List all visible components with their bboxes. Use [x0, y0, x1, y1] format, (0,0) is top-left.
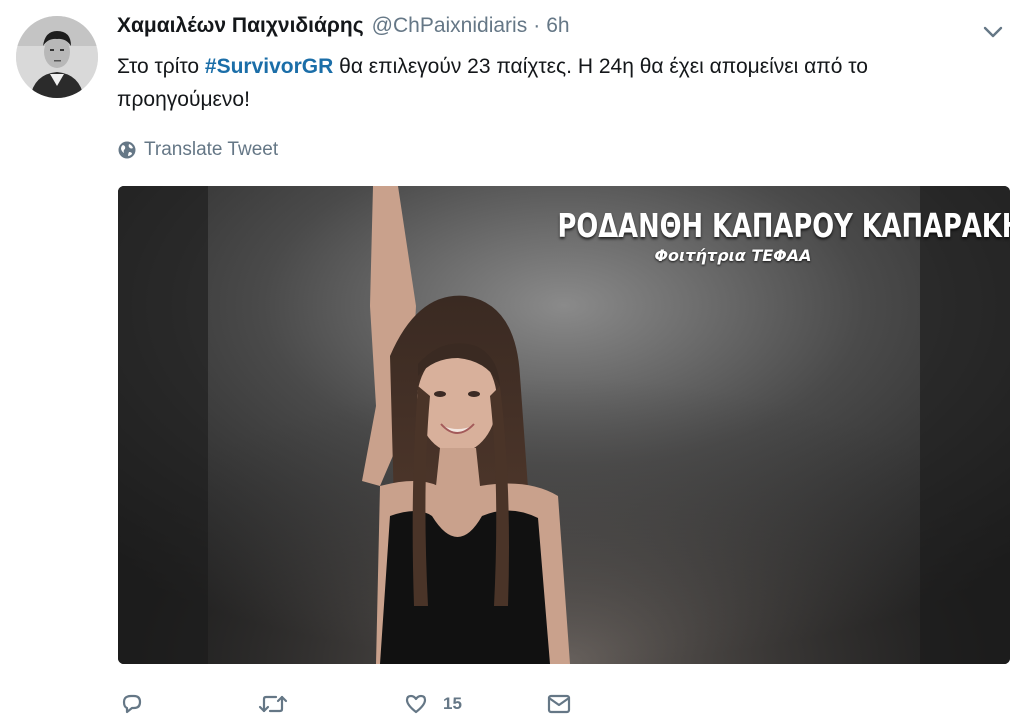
- separator-dot: ·: [533, 14, 541, 37]
- user-handle[interactable]: @ChPaixnidiaris: [372, 14, 528, 38]
- tweet-header: Χαμαιλέων Παιχνιδιάρης @ChPaixnidiaris ·…: [117, 14, 570, 48]
- tweet-image[interactable]: ΡΟΔΑΝΘΗ ΚΑΠΑΡΟΥ ΚΑΠΑΡΑΚΗ Φοιτήτρια ΤΕΦΑΑ: [118, 186, 1010, 664]
- retweet-button[interactable]: [257, 686, 289, 722]
- avatar[interactable]: [16, 16, 98, 98]
- reply-button[interactable]: [119, 686, 145, 722]
- reply-icon: [122, 694, 142, 714]
- timestamp[interactable]: 6h: [546, 14, 569, 38]
- tweet-text-start: Στο τρίτο: [117, 55, 205, 78]
- tweet-text: Στο τρίτο #SurvivorGR θα επιλεγούν 23 πα…: [117, 50, 997, 116]
- image-caption-subtitle: Φοιτήτρια ΤΕΦΑΑ: [654, 246, 812, 265]
- globe-icon: [118, 141, 136, 159]
- image-caption-name: ΡΟΔΑΝΘΗ ΚΑΠΑΡΟΥ ΚΑΠΑΡΑΚΗ: [557, 206, 1011, 245]
- heart-icon: [405, 694, 427, 714]
- tweet-actions: 15: [117, 686, 617, 722]
- display-name[interactable]: Χαμαιλέων Παιχνιδιάρης: [117, 14, 364, 38]
- tweet-card: Χαμαιλέων Παιχνιδιάρης @ChPaixnidiaris ·…: [0, 0, 1024, 726]
- chevron-down-icon[interactable]: [980, 22, 1006, 42]
- translate-label: Translate Tweet: [144, 139, 279, 160]
- envelope-icon: [547, 694, 571, 714]
- like-count: 15: [443, 694, 462, 713]
- retweet-icon: [258, 695, 288, 713]
- like-button[interactable]: 15: [403, 686, 462, 722]
- hashtag-link[interactable]: #SurvivorGR: [205, 55, 333, 78]
- translate-tweet-link[interactable]: Translate Tweet: [117, 136, 278, 164]
- direct-message-button[interactable]: [545, 686, 573, 722]
